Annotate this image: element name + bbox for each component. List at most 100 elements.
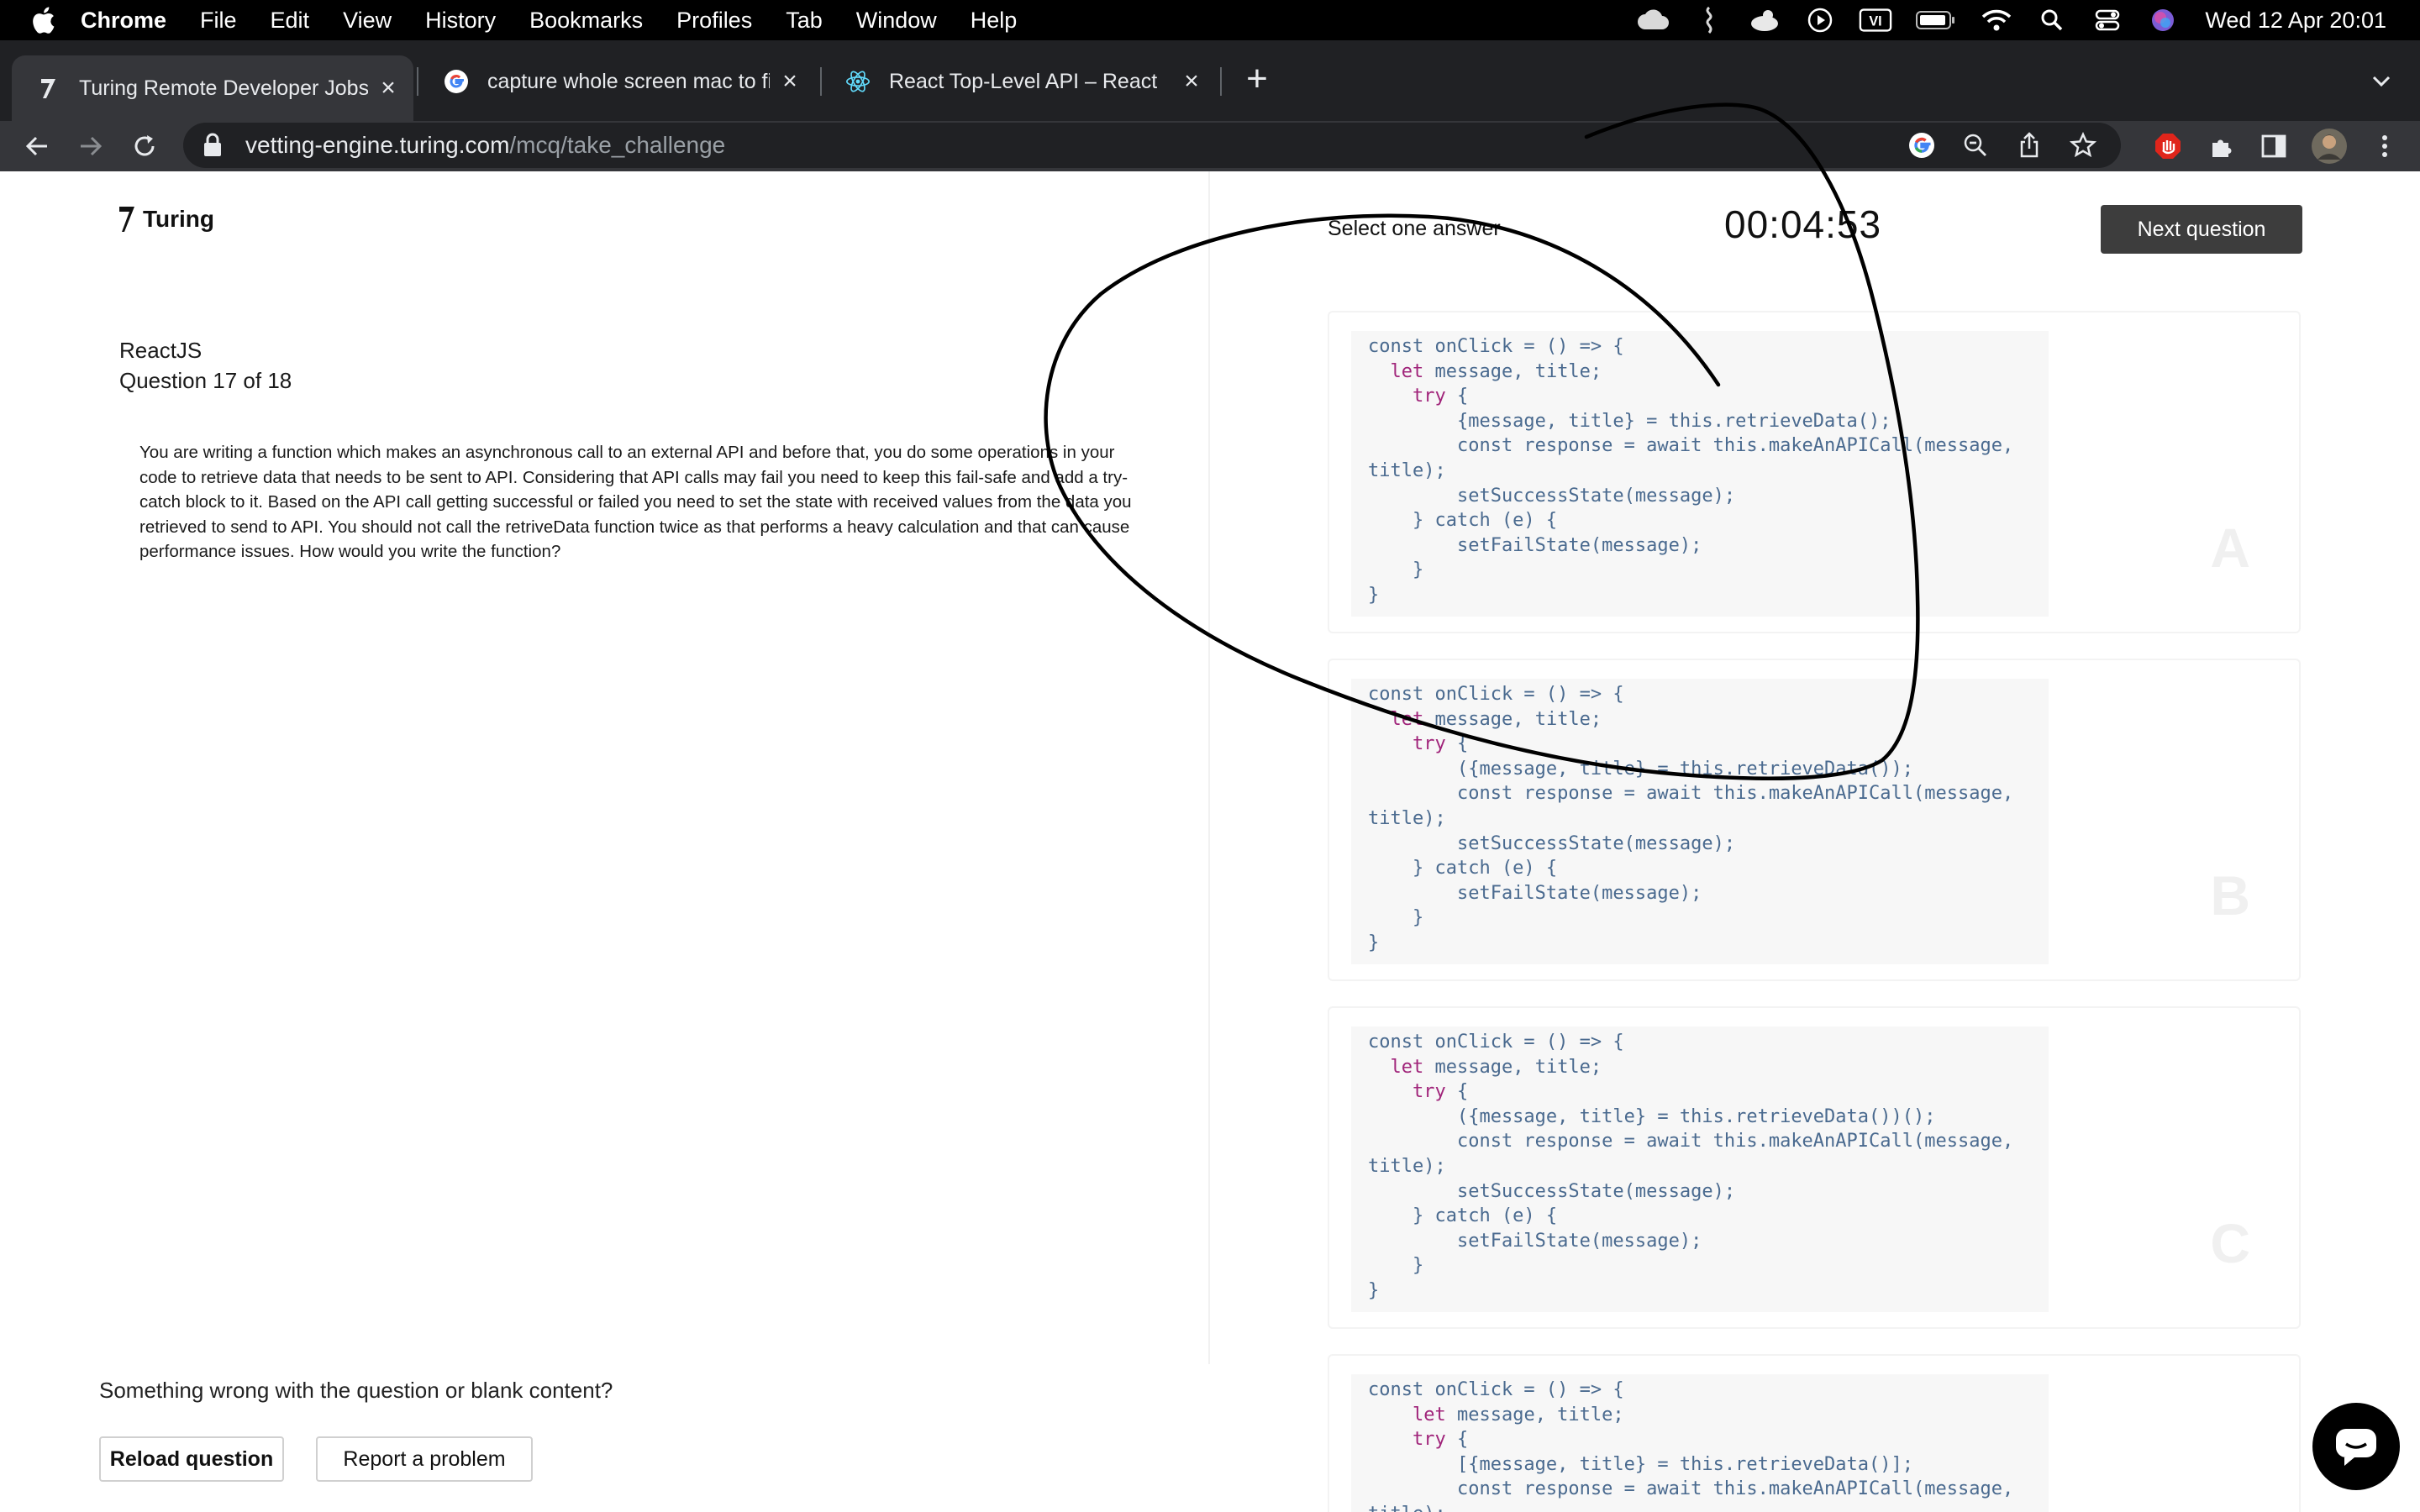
apple-logo-icon[interactable] [32, 7, 55, 34]
vi-icon[interactable]: VI [1859, 8, 1892, 33]
code-line: try { [1412, 1081, 1469, 1103]
code-line: ({message, title} = this.retrieveData())… [1368, 1105, 1936, 1127]
close-tab-icon[interactable]: × [375, 74, 402, 102]
close-tab-icon[interactable]: × [776, 67, 803, 95]
option-code: const onClick = () => { let message, tit… [1351, 1374, 2049, 1512]
option-letter: C [2210, 1212, 2250, 1274]
forward-arrow-icon[interactable] [74, 129, 108, 163]
code-line: const onClick = () => { [1368, 336, 1624, 357]
option-code: const onClick = () => { let message, tit… [1351, 679, 2049, 964]
column-divider [1208, 171, 1210, 1364]
chevron-down-icon[interactable] [2366, 66, 2396, 96]
more-menu-icon[interactable] [2368, 129, 2402, 163]
menu-edit[interactable]: Edit [271, 8, 310, 34]
answer-option-a[interactable]: const onClick = () => { let message, tit… [1328, 311, 2301, 633]
code-line: let message, title; [1390, 708, 1602, 730]
code-line: let message, title; [1390, 1056, 1602, 1078]
battery-icon[interactable] [1914, 8, 1958, 33]
code-line: setFailState(message); [1368, 1230, 1702, 1252]
code-line: } [1368, 1255, 1424, 1277]
bookmark-star-icon[interactable] [2067, 129, 2099, 161]
menu-view[interactable]: View [343, 8, 392, 34]
menu-window[interactable]: Window [856, 8, 937, 34]
tab-title: Turing Remote Developer Jobs [79, 76, 368, 100]
turing-logo[interactable]: Turing [118, 205, 214, 234]
menu-help[interactable]: Help [971, 8, 1018, 34]
code-line: const response = await this.makeAnAPICal… [1368, 1478, 2014, 1500]
control-center-icon[interactable] [2091, 8, 2124, 33]
address-bar-actions [1906, 123, 2121, 168]
creative-cloud-icon[interactable] [1637, 8, 1670, 33]
play-icon[interactable] [1803, 8, 1837, 33]
tab-separator [417, 67, 418, 96]
menu-profiles[interactable]: Profiles [676, 8, 752, 34]
cloud-app-icon[interactable] [1748, 8, 1781, 33]
answer-option-c[interactable]: const onClick = () => { let message, tit… [1328, 1006, 2301, 1329]
google-lens-icon[interactable] [1906, 129, 1938, 161]
challenge-page: Turing ReactJS Question 17 of 18 You are… [0, 171, 2420, 1512]
url-host: vetting-engine.turing.com [245, 132, 510, 158]
reload-icon[interactable] [128, 129, 161, 163]
reload-question-button[interactable]: Reload question [99, 1436, 284, 1482]
close-tab-icon[interactable]: × [1178, 67, 1205, 95]
new-tab-plus-icon[interactable]: + [1240, 60, 1274, 97]
wifi-icon[interactable] [1980, 8, 2013, 33]
browser-tab-strip: Turing Remote Developer Jobs × capture w… [0, 40, 2420, 121]
code-line: const response = await this.makeAnAPICal… [1368, 1131, 2014, 1152]
adblock-extension-icon[interactable] [2151, 129, 2185, 163]
code-line: } [1368, 559, 1424, 581]
menu-app-name[interactable]: Chrome [81, 8, 166, 34]
macos-menu-bar: Chrome File Edit View History Bookmarks … [0, 0, 2420, 40]
menu-tab[interactable]: Tab [786, 8, 823, 34]
code-line: } catch (e) { [1368, 510, 1558, 532]
support-chat-button[interactable] [2312, 1403, 2400, 1490]
answer-option-d[interactable]: const onClick = () => { let message, tit… [1328, 1354, 2301, 1512]
share-icon[interactable] [2013, 129, 2045, 161]
tab-turing[interactable]: Turing Remote Developer Jobs × [12, 55, 413, 121]
code-line: try { [1412, 733, 1469, 755]
tab-react-docs[interactable]: React Top-Level API – React × [822, 55, 1217, 108]
tab-google-search[interactable]: capture whole screen mac to fi × [420, 55, 815, 108]
extensions-puzzle-icon[interactable] [2205, 129, 2238, 163]
url-text[interactable]: vetting-engine.turing.com/mcq/take_chall… [245, 132, 725, 159]
zoom-out-icon[interactable] [1960, 129, 1991, 161]
code-line: setFailState(message); [1368, 882, 1702, 904]
option-letter: B [2210, 864, 2250, 927]
tab-title: capture whole screen mac to fi [487, 69, 770, 93]
code-line: try { [1412, 1429, 1469, 1451]
profile-avatar[interactable] [2311, 128, 2348, 165]
option-letter: A [2210, 517, 2250, 579]
tab-separator [1220, 67, 1222, 96]
code-line: } [1368, 907, 1424, 929]
spotlight-search-icon[interactable] [2035, 8, 2069, 33]
code-line: title); [1368, 1155, 1446, 1177]
side-panel-icon[interactable] [2257, 129, 2291, 163]
url-path: /mcq/take_challenge [509, 132, 726, 158]
code-line: } [1368, 584, 1380, 606]
code-line: setFailState(message); [1368, 534, 1702, 556]
turing-logo-icon [119, 207, 134, 232]
code-line: } [1368, 1279, 1380, 1301]
code-line: let message, title; [1390, 360, 1602, 382]
code-line: } catch (e) { [1368, 858, 1558, 879]
answer-option-b[interactable]: const onClick = () => { let message, tit… [1328, 659, 2301, 981]
code-line: setSuccessState(message); [1368, 1180, 1736, 1202]
menu-history[interactable]: History [425, 8, 496, 34]
next-question-button[interactable]: Next question [2101, 205, 2302, 254]
logo-text: Turing [143, 206, 215, 232]
lock-icon[interactable] [202, 133, 224, 158]
menubar-clock[interactable]: Wed 12 Apr 20:01 [2205, 8, 2386, 34]
back-arrow-icon[interactable] [20, 129, 54, 163]
code-line: [{message, title} = this.retrieveData()]… [1368, 1453, 1914, 1475]
address-bar[interactable]: vetting-engine.turing.com/mcq/take_chall… [183, 123, 2121, 168]
report-problem-button[interactable]: Report a problem [316, 1436, 533, 1482]
problem-prompt: Something wrong with the question or bla… [99, 1378, 613, 1403]
menu-file[interactable]: File [200, 8, 237, 34]
menu-bookmarks[interactable]: Bookmarks [529, 8, 643, 34]
question-counter: Question 17 of 18 [119, 368, 292, 393]
code-line: title); [1368, 459, 1446, 481]
script-icon[interactable] [1692, 6, 1726, 34]
siri-icon[interactable] [2146, 8, 2180, 33]
question-subject: ReactJS [119, 338, 203, 363]
code-line: const response = await this.makeAnAPICal… [1368, 783, 2014, 805]
